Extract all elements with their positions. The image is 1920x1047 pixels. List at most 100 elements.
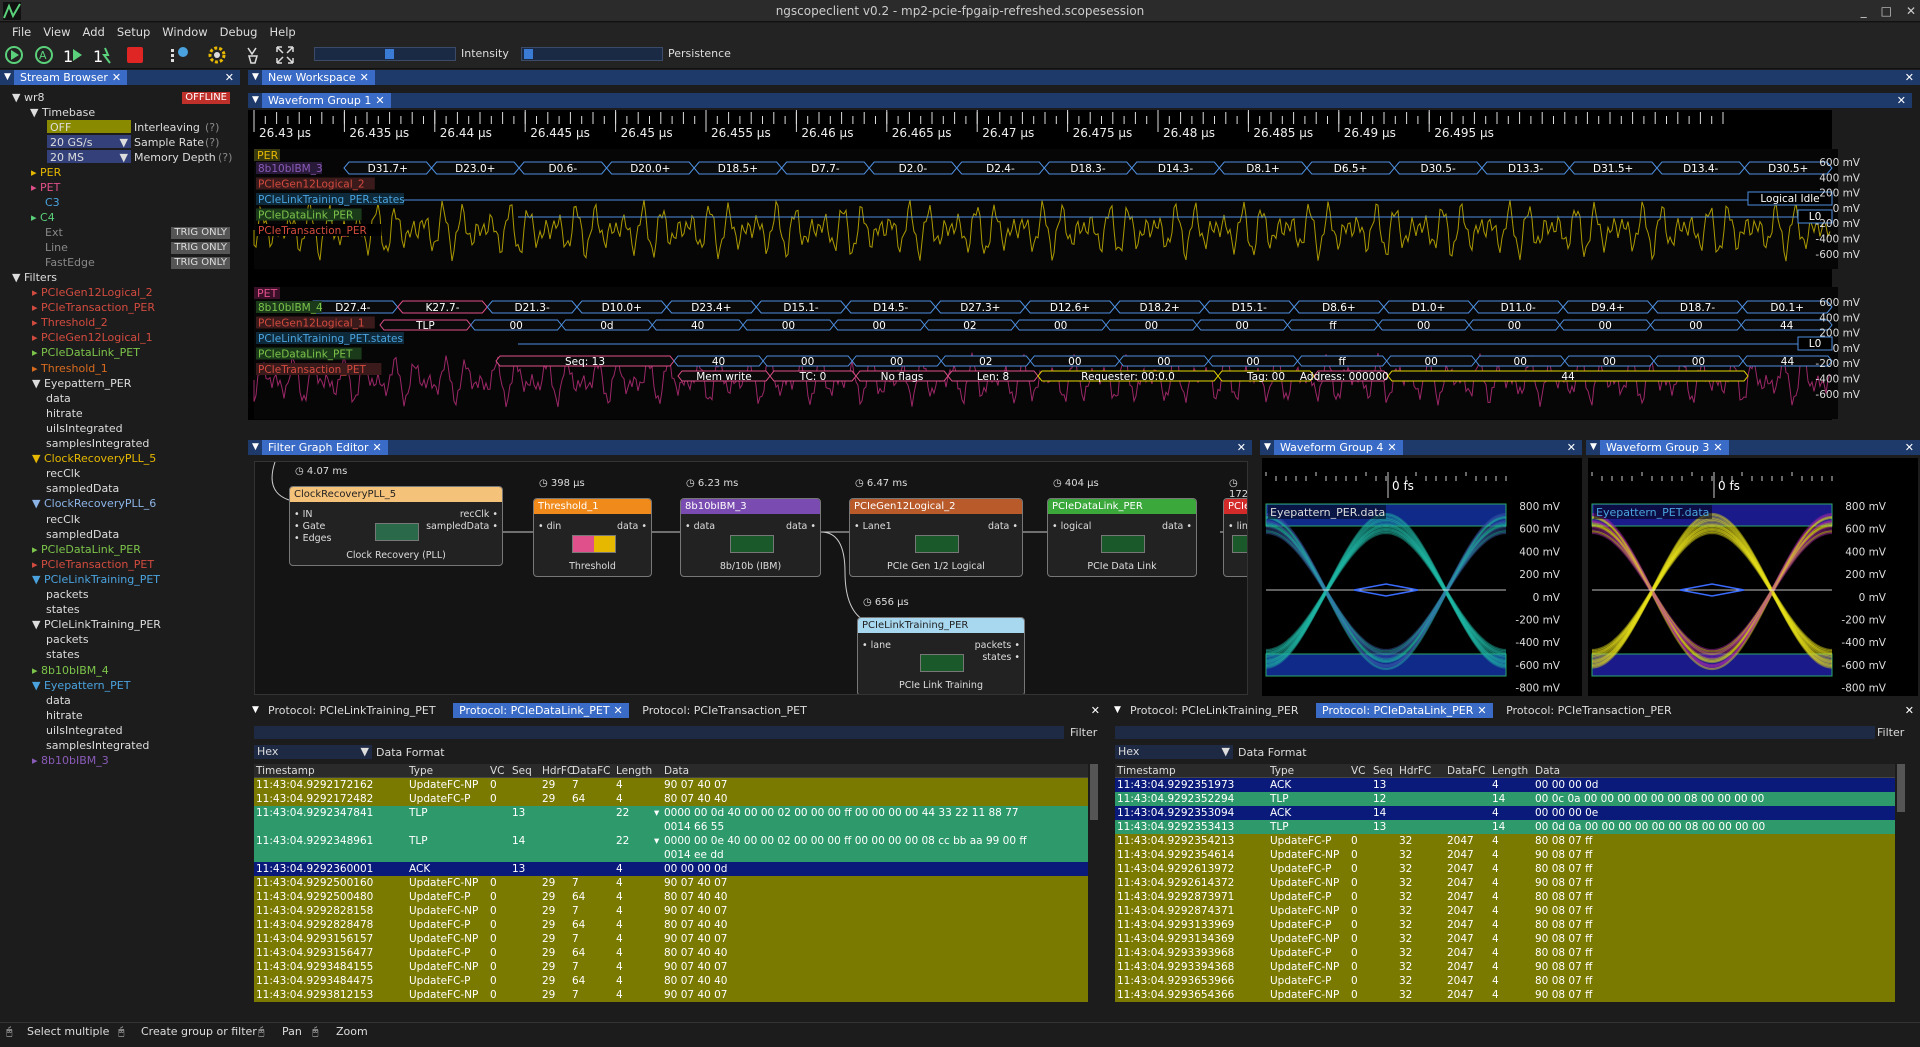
input-port[interactable]: • Lane1 — [854, 521, 892, 532]
column-header[interactable]: Timestamp — [256, 764, 315, 778]
close-icon[interactable]: ✕ — [1387, 441, 1396, 454]
close-icon[interactable]: ✕ — [112, 71, 121, 84]
filter-item[interactable]: ▼ ClockRecoveryPLL_5 — [32, 451, 156, 466]
input-port[interactable]: • Gate — [294, 521, 325, 532]
column-header[interactable]: HdrFC — [542, 764, 574, 778]
menu-setup[interactable]: Setup — [111, 23, 156, 41]
table-row[interactable]: 11:43:04.9292354213 UpdateFC-P 0 32 2047 4 80 … — [1115, 834, 1895, 848]
tab-waveform-group-3[interactable]: Waveform Group 3 ✕ — [1600, 440, 1729, 455]
filter-node[interactable]: PCIeLinkTraining_PER • lane packets • state… — [857, 617, 1025, 694]
table-row[interactable]: 11:43:04.9293484475 UpdateFC-P 0 29 64 4 80 07… — [254, 974, 1088, 988]
filter-item[interactable]: ▸ 8b10bIBM_3 — [32, 753, 109, 768]
filter-item[interactable]: ▼ PCIeLinkTraining_PET — [32, 572, 160, 587]
intensity-slider[interactable] — [314, 47, 456, 61]
channel-c4[interactable]: ▸ C4 — [31, 210, 55, 225]
menu-view[interactable]: View — [37, 23, 76, 41]
filter-item[interactable]: samplesIntegrated — [46, 738, 149, 753]
table-row[interactable]: 11:43:04.9293812153 UpdateFC-NP 0 29 7 4 90 07… — [254, 988, 1088, 1002]
expand-icon[interactable]: ▼ — [32, 497, 44, 510]
help-icon[interactable]: (?) — [205, 120, 219, 135]
filter-item[interactable]: ▸ Threshold_1 — [32, 361, 108, 376]
table-row[interactable]: 11:43:04.9293484155 UpdateFC-NP 0 29 7 4 90 07… — [254, 960, 1088, 974]
close-icon[interactable]: ✕ — [360, 71, 369, 84]
input-port[interactable]: • logical — [1052, 521, 1091, 532]
table-row[interactable]: 11:43:04.9293654366 UpdateFC-NP 0 32 2047 4 90… — [1115, 988, 1895, 1002]
input-port[interactable]: • data — [685, 521, 715, 532]
minimize-button[interactable]: _ — [1861, 0, 1867, 22]
history-icon[interactable] — [168, 44, 190, 66]
scrollbar-right[interactable] — [1897, 764, 1905, 812]
clear-sweeps-icon[interactable] — [242, 44, 264, 66]
sample-rate-select[interactable]: 20 GS/s ▼ — [47, 135, 131, 149]
column-header[interactable]: Data — [1535, 764, 1560, 778]
filter-graph-canvas[interactable]: ◷ 4.07 ms ClockRecoveryPLL_5 • IN • Gate • E… — [254, 461, 1248, 695]
trigger-single-icon[interactable]: 1 — [62, 44, 84, 66]
table-row[interactable]: 11:43:04.9292828478 UpdateFC-P 0 29 64 4 80 07… — [254, 918, 1088, 932]
stop-icon[interactable] — [124, 44, 146, 66]
filter-item[interactable]: ▼ ClockRecoveryPLL_6 — [32, 496, 156, 511]
tab-protocol-transaction-per[interactable]: Protocol: PCIeTransaction_PER — [1500, 703, 1678, 718]
table-row[interactable]: 11:43:04.9292353413 TLP 13 14 00 0d 0a 00 00… — [1115, 820, 1895, 834]
input-port[interactable]: • Edges — [294, 533, 331, 544]
filter-node[interactable]: PCIeTra • link PC — [1223, 498, 1247, 577]
column-header[interactable]: Type — [1270, 764, 1294, 778]
column-header[interactable]: Data — [664, 764, 689, 778]
filter-item[interactable]: ▸ PCIeDataLink_PER — [32, 542, 141, 557]
close-icon[interactable]: ✕ — [1713, 441, 1722, 454]
table-row[interactable]: 11:43:04.9293133969 UpdateFC-P 0 32 2047 4 80 … — [1115, 918, 1895, 932]
filter-input-left[interactable] — [254, 726, 1064, 739]
filter-item[interactable]: ▼ Eyepattern_PER — [32, 376, 131, 391]
expand-icon[interactable]: ▼ — [32, 377, 44, 390]
column-header[interactable]: VC — [1351, 764, 1366, 778]
filter-item[interactable]: packets — [46, 587, 89, 602]
filter-item[interactable]: ▼ PCIeLinkTraining_PER — [32, 617, 161, 632]
fullscreen-icon[interactable] — [274, 44, 296, 66]
close-icon[interactable]: ✕ — [1905, 70, 1914, 85]
tab-protocol-datalink-pet[interactable]: Protocol: PCIeDataLink_PET ✕ — [453, 703, 629, 718]
expand-icon[interactable]: ▸ — [32, 754, 41, 767]
channel-ext[interactable]: Ext — [45, 225, 63, 240]
table-row[interactable]: 11:43:04.9292172482 UpdateFC-P 0 29 64 4 80 07… — [254, 792, 1088, 806]
tab-protocol-linktraining-pet[interactable]: Protocol: PCIeLinkTraining_PET — [262, 703, 442, 718]
protocol-table-right[interactable]: Timestamp Type VC Seq HdrFC DataFC Length Data 1… — [1115, 764, 1895, 1002]
table-row[interactable]: 11:43:04.9292360001 ACK 13 4 00 00 00 0d — [254, 862, 1088, 876]
filter-item[interactable]: hitrate — [46, 708, 83, 723]
eye-pattern-per[interactable]: 0 fs Eyepattern_PER.data 800 mV 600 mV 400 m… — [1262, 458, 1582, 696]
filter-item[interactable]: states — [46, 602, 80, 617]
close-icon[interactable]: ✕ — [1905, 703, 1914, 718]
filter-item[interactable]: ▼ Eyepattern_PET — [32, 678, 130, 693]
table-row[interactable]: 11:43:04.9292348961 TLP 14 22 ▾ 0000 00 0e 40… — [254, 834, 1088, 862]
table-row[interactable]: 11:43:04.9292351973 ACK 13 4 00 00 00 0d — [1115, 778, 1895, 792]
filter-item[interactable]: packets — [46, 632, 89, 647]
tab-waveform-group-4[interactable]: Waveform Group 4 ✕ — [1274, 440, 1403, 455]
filter-node[interactable]: ClockRecoveryPLL_5 • IN • Gate • Edges recCl… — [289, 486, 503, 566]
table-row[interactable]: 11:43:04.9292500160 UpdateFC-NP 0 29 7 4 90 07… — [254, 876, 1088, 890]
close-icon[interactable]: ✕ — [1897, 93, 1906, 108]
table-row[interactable]: 11:43:04.9293156157 UpdateFC-NP 0 29 7 4 90 07… — [254, 932, 1088, 946]
filter-item[interactable]: states — [46, 647, 80, 662]
data-format-select-left[interactable]: Hex ▼ — [254, 745, 372, 759]
table-row[interactable]: 11:43:04.9292613972 UpdateFC-P 0 32 2047 4 80 … — [1115, 862, 1895, 876]
data-format-select-right[interactable]: Hex ▼ — [1115, 745, 1233, 759]
column-header[interactable]: Timestamp — [1117, 764, 1176, 778]
close-icon[interactable]: ✕ — [375, 94, 384, 107]
channel-per[interactable]: ▸ PER — [31, 165, 61, 180]
help-icon[interactable]: (?) — [205, 135, 219, 150]
filter-node[interactable]: Threshold_1 • din data • Threshold — [533, 498, 652, 577]
expand-icon[interactable]: ▸ — [32, 286, 41, 299]
eye-pattern-pet[interactable]: 0 fs Eyepattern_PET.data 800 mV 600 mV 400 m… — [1588, 458, 1918, 696]
filter-item[interactable]: recClk — [46, 466, 80, 481]
table-row[interactable]: 11:43:04.9292874371 UpdateFC-NP 0 32 2047 4 90… — [1115, 904, 1895, 918]
close-icon[interactable]: ✕ — [1477, 704, 1486, 717]
expand-icon[interactable]: ▾ — [654, 834, 659, 848]
close-icon[interactable]: ✕ — [1567, 440, 1576, 455]
filter-item[interactable]: ▸ PCIeGen12Logical_2 — [32, 285, 153, 300]
filter-item[interactable]: sampledData — [46, 527, 119, 542]
output-port[interactable]: data • — [988, 521, 1018, 532]
tab-stream-browser[interactable]: Stream Browser ✕ — [14, 70, 128, 85]
channel-line[interactable]: Line — [45, 240, 68, 255]
column-header[interactable]: Type — [409, 764, 433, 778]
menu-file[interactable]: File — [6, 23, 37, 41]
column-header[interactable]: HdrFC — [1399, 764, 1431, 778]
trigger-force-icon[interactable]: 1 — [92, 44, 114, 66]
